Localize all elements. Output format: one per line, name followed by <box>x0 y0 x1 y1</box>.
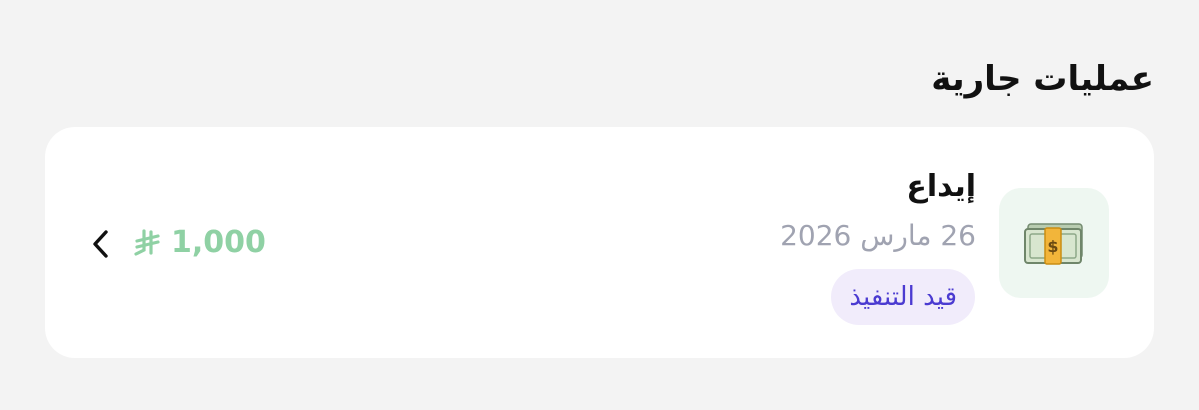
saudi-riyal-icon <box>134 229 160 256</box>
status-label: قيد التنفيذ <box>849 282 957 312</box>
transaction-card[interactable]: $ إيداع 26 مارس 2026 قيد التنفيذ 1,000 <box>45 127 1154 358</box>
dollar-banknote-icon: $ <box>1024 223 1083 265</box>
transaction-date: 26 مارس 2026 <box>780 219 976 252</box>
transaction-amount: 1,000 <box>171 225 266 260</box>
chevron-left-icon[interactable] <box>87 224 115 264</box>
svg-text:$: $ <box>1047 237 1058 256</box>
section-title: عمليات جارية <box>931 59 1154 99</box>
transaction-icon-tile: $ <box>999 188 1109 298</box>
amount-group: 1,000 <box>133 223 266 263</box>
transaction-type: إيداع <box>906 169 976 204</box>
status-badge: قيد التنفيذ <box>831 269 975 325</box>
